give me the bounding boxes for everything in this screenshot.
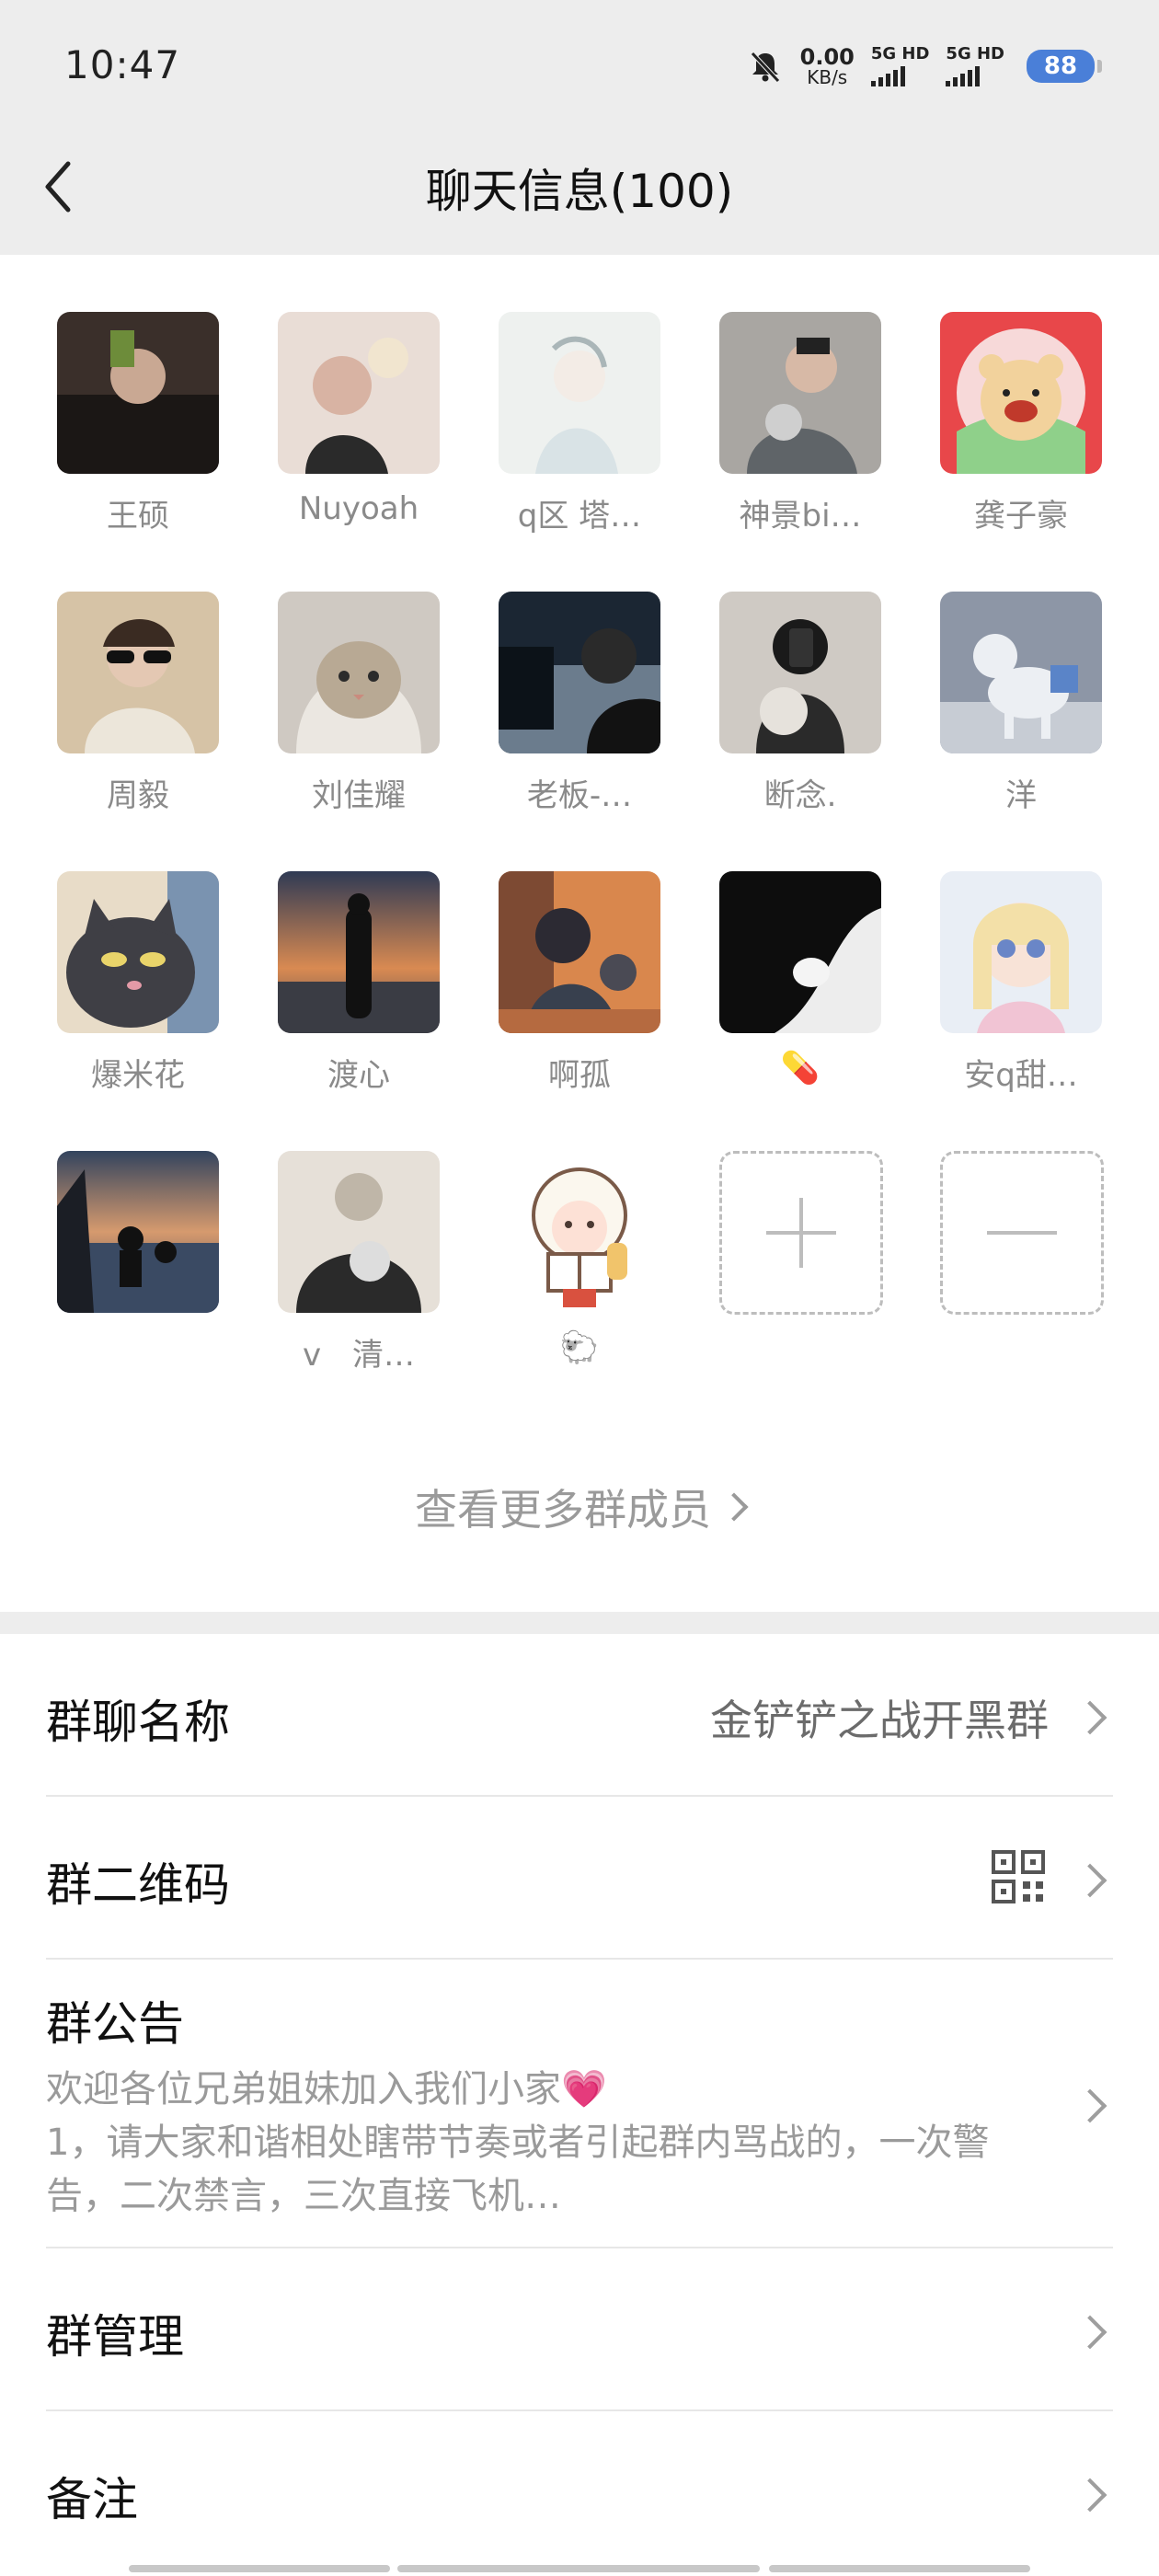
avatar-silhouette-icon[interactable]	[278, 871, 440, 1033]
member-name: 神景bi…	[739, 498, 862, 535]
member-cell[interactable]: 💊	[719, 871, 881, 1087]
member-name: 老板-…	[526, 777, 633, 814]
plus-icon[interactable]	[719, 1151, 883, 1315]
member-cell[interactable]: Nuyoah	[278, 312, 440, 527]
member-cell[interactable]: q区 塔…	[499, 312, 660, 535]
battery-indicator: 88	[1027, 50, 1102, 83]
member-name: 啊孤	[548, 1057, 611, 1094]
member-cell[interactable]: 安q甜…	[940, 871, 1102, 1095]
member-cell[interactable]: 龚子豪	[940, 312, 1102, 535]
member-name: Nuyoah	[298, 490, 419, 527]
group-manage-row[interactable]: 群管理	[46, 2248, 1113, 2411]
avatar-landscape-icon[interactable]	[57, 1151, 219, 1313]
group-manage-label: 群管理	[46, 2310, 184, 2363]
chevron-right-icon	[719, 1492, 749, 1522]
avatar-photo-icon[interactable]	[719, 592, 881, 753]
avatar-doll-icon[interactable]	[940, 871, 1102, 1033]
view-more-label[interactable]: 查看更多群成员	[415, 1485, 711, 1535]
sim2-signal: 5G HD	[946, 46, 1004, 86]
avatar-photo-icon[interactable]	[278, 1151, 440, 1313]
member-name: 王硕	[107, 498, 169, 535]
member-name: q区 塔…	[517, 498, 642, 535]
member-name: 安q甜…	[964, 1057, 1078, 1094]
avatar-photo-icon[interactable]	[57, 312, 219, 474]
avatar-photo-icon[interactable]	[499, 312, 660, 474]
member-cell[interactable]: 王硕	[57, 312, 219, 535]
member-name: 刘佳耀	[312, 777, 406, 814]
group-qr-row[interactable]: 群二维码	[46, 1797, 1113, 1960]
avatar-black-cat-icon[interactable]	[719, 871, 881, 1033]
member-cell[interactable]: 渡心	[278, 871, 440, 1095]
signal-bars-icon	[870, 66, 905, 86]
group-notice-text: 欢迎各位兄弟姐妹加入我们小家💗 1，请大家和谐相处瞎带节奏或者引起群内骂战的，一…	[46, 2068, 990, 2217]
chevron-right-icon	[1073, 2478, 1107, 2513]
bottom-scroll-indicator	[129, 2565, 390, 2572]
member-cell[interactable]: 老板-…	[499, 592, 660, 815]
member-name: 渡心	[327, 1057, 390, 1094]
member-cell[interactable]: 神景bi…	[719, 312, 881, 535]
group-notice-row[interactable]: 群公告 欢迎各位兄弟姐妹加入我们小家💗 1，请大家和谐相处瞎带节奏或者引起群内骂…	[46, 1960, 1113, 2248]
avatar-cat-icon[interactable]	[278, 592, 440, 753]
member-name: 🐑	[559, 1329, 600, 1366]
chevron-right-icon	[1073, 1700, 1107, 1735]
mute-bell-icon	[750, 52, 780, 83]
member-cell[interactable]: 刘佳耀	[278, 592, 440, 815]
group-qr-label: 群二维码	[46, 1858, 230, 1912]
member-cell[interactable]: 爆米花	[57, 871, 219, 1095]
avatar-anime-icon[interactable]	[499, 871, 660, 1033]
section-divider	[0, 1612, 1159, 1634]
chevron-right-icon	[1073, 1863, 1107, 1898]
member-name: v 清…	[302, 1337, 416, 1374]
avatar-photo-icon[interactable]	[57, 592, 219, 753]
chevron-right-icon	[1073, 2088, 1107, 2123]
add-member-button[interactable]	[719, 1151, 883, 1315]
member-cell[interactable]: 啊孤	[499, 871, 660, 1095]
network-speed-value: 0.00	[799, 44, 855, 70]
sim2-label: 5G HD	[946, 44, 1004, 63]
member-cell[interactable]: 断念.	[719, 592, 881, 815]
group-name-row[interactable]: 群聊名称 金铲铲之战开黑群	[46, 1634, 1113, 1797]
sim1-label: 5G HD	[870, 44, 930, 63]
member-name: 龚子豪	[974, 498, 1068, 535]
status-time: 10:47	[64, 42, 181, 87]
network-speed: 0.00 KB/s	[800, 46, 855, 86]
sim1-signal: 5G HD	[870, 44, 930, 86]
avatar-dog-icon[interactable]	[940, 592, 1102, 753]
status-icons: 0.00 KB/s 5G HD 5G HD 88	[747, 40, 1102, 92]
member-cell[interactable]: 🐑	[499, 1151, 660, 1366]
top-bar: 10:47 0.00 KB/s 5G HD 5G HD 88 聊天信息(100)	[0, 0, 1159, 255]
member-cell[interactable]	[57, 1151, 219, 1329]
remark-label: 备注	[46, 2473, 138, 2526]
avatar-photo-icon[interactable]	[499, 592, 660, 753]
member-cell[interactable]: 周毅	[57, 592, 219, 815]
group-name-label: 群聊名称	[46, 1696, 230, 1749]
view-more-members-link[interactable]: 查看更多群成员	[0, 1477, 1159, 1537]
qr-code-icon	[992, 1850, 1045, 1903]
remark-row[interactable]: 备注	[46, 2411, 1113, 2572]
member-name: 周毅	[107, 777, 169, 814]
member-name: 💊	[780, 1050, 820, 1087]
network-speed-unit: KB/s	[807, 66, 848, 88]
avatar-cartoon-bear-icon[interactable]	[940, 312, 1102, 474]
group-notice-label: 群公告	[46, 1997, 184, 2051]
avatar-photo-icon[interactable]	[719, 312, 881, 474]
member-cell[interactable]: v 清…	[278, 1151, 440, 1374]
avatar-cartoon-cat-icon[interactable]	[57, 871, 219, 1033]
page-title: 聊天信息(100)	[425, 165, 734, 218]
member-name: 洋	[1005, 777, 1037, 814]
bottom-scroll-indicator	[397, 2565, 760, 2572]
chevron-right-icon	[1073, 2315, 1107, 2350]
bottom-scroll-indicator	[769, 2565, 1030, 2572]
avatar-photo-icon[interactable]	[278, 312, 440, 474]
minus-icon[interactable]	[940, 1151, 1104, 1315]
avatar-cartoon-sheep-icon[interactable]	[499, 1151, 660, 1313]
remove-member-button[interactable]	[940, 1151, 1104, 1315]
group-name-value: 金铲铲之战开黑群	[710, 1696, 1049, 1745]
member-cell[interactable]: 洋	[940, 592, 1102, 815]
signal-bars-icon	[946, 66, 981, 86]
member-name: 爆米花	[91, 1057, 185, 1094]
member-name: 断念.	[763, 777, 837, 814]
